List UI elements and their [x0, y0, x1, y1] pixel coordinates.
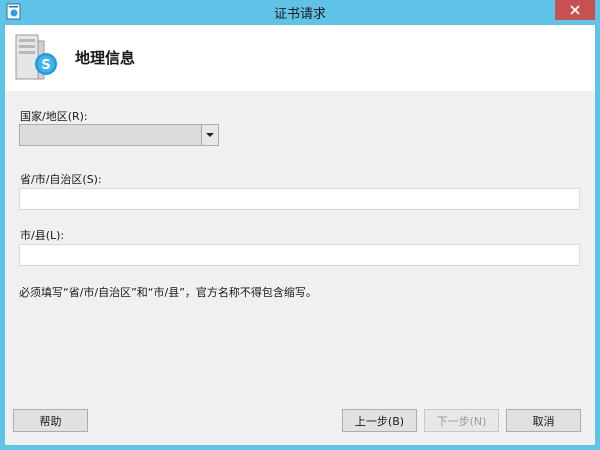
- page-title: 地理信息: [75, 49, 136, 67]
- close-icon: [570, 5, 580, 15]
- wizard-content: 国家/地区(R): 省/市/自治区(S): 市/县(L): 必须填写“省/市/自…: [5, 91, 595, 445]
- server-skype-icon: S: [15, 34, 57, 80]
- svg-text:S: S: [41, 58, 50, 73]
- province-input[interactable]: [19, 188, 580, 210]
- province-label: 省/市/自治区(S):: [20, 173, 102, 186]
- cancel-button[interactable]: 取消: [506, 409, 581, 432]
- city-input[interactable]: [19, 244, 580, 266]
- country-label: 国家/地区(R):: [20, 110, 88, 123]
- title-bar[interactable]: 证书请求: [0, 0, 600, 24]
- close-button[interactable]: [555, 0, 595, 20]
- window-title: 证书请求: [273, 7, 326, 22]
- dropdown-arrow-icon[interactable]: [201, 125, 218, 145]
- back-button[interactable]: 上一步(B): [342, 409, 417, 432]
- country-select[interactable]: [19, 124, 219, 146]
- help-button[interactable]: 帮助: [13, 409, 88, 432]
- next-button[interactable]: 下一步(N): [424, 409, 499, 432]
- requirement-note: 必须填写“省/市/自治区”和“市/县”，官方名称不得包含缩写。: [19, 286, 317, 299]
- dialog-window: 证书请求 S 地理信息 国家/地区(R): 省/市/自治区(S): 市/县(L)…: [0, 0, 600, 450]
- wizard-header: S 地理信息: [5, 25, 595, 91]
- city-label: 市/县(L):: [20, 229, 65, 242]
